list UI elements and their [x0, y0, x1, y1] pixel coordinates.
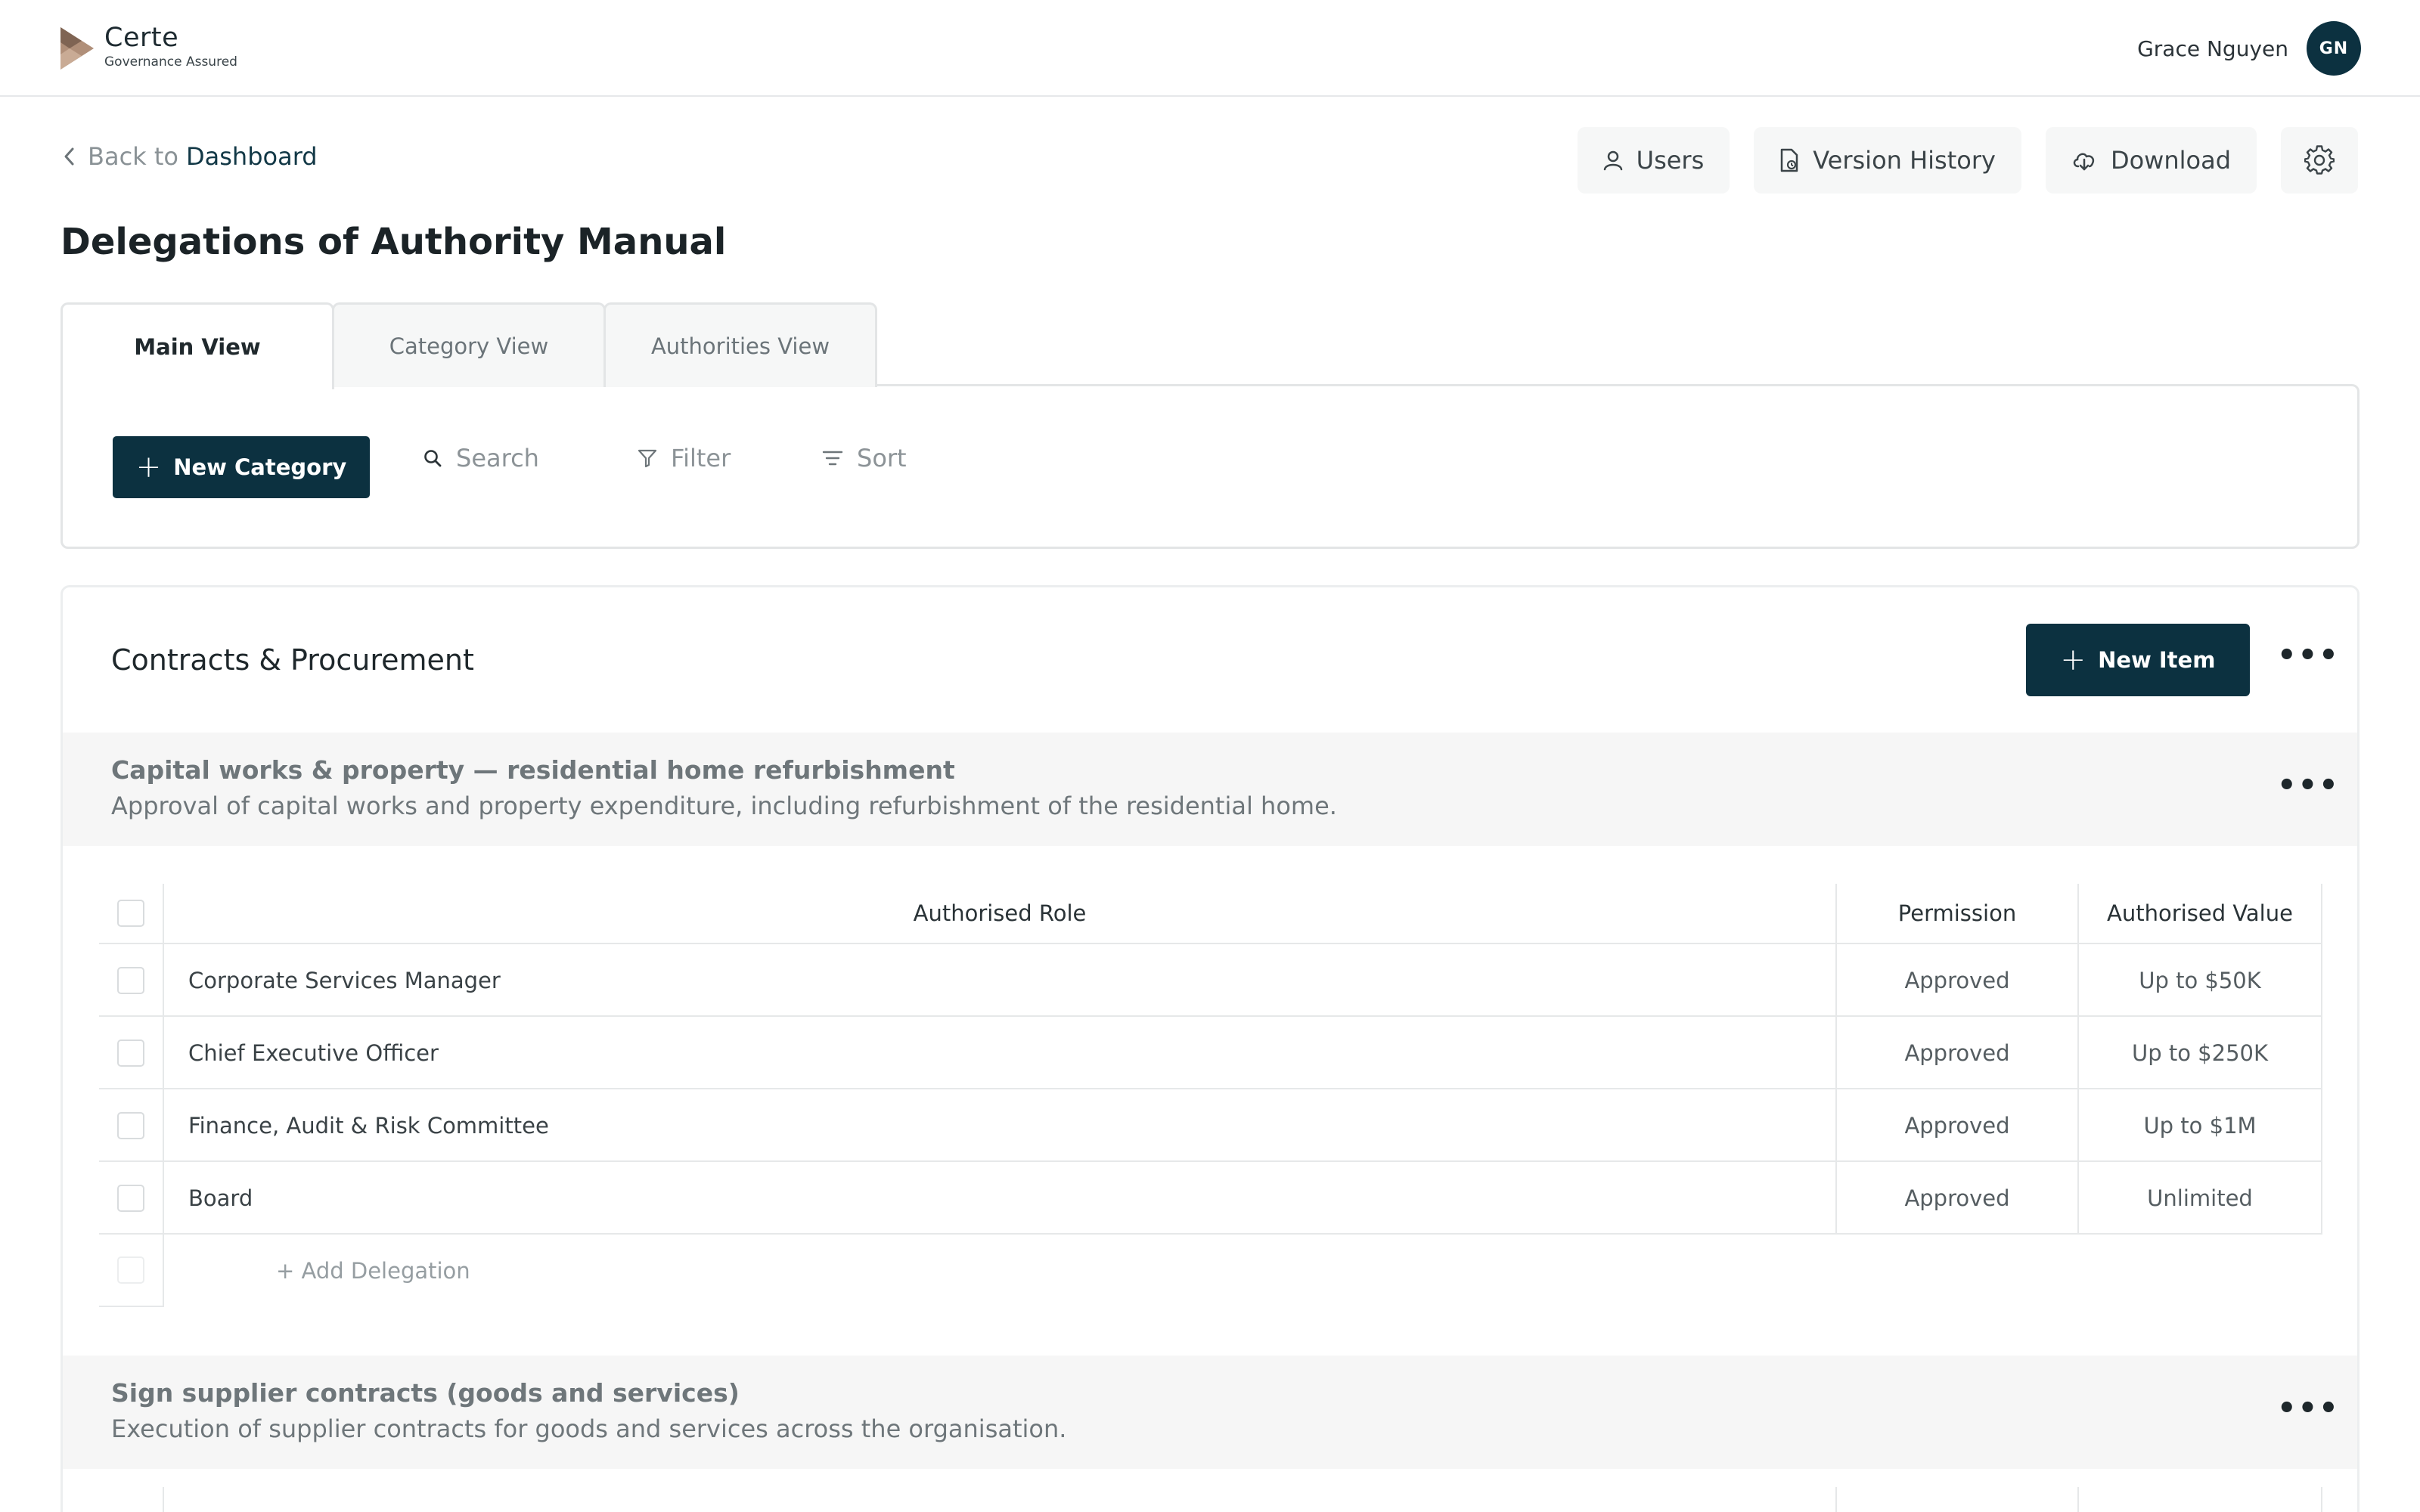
row-checkbox[interactable] [117, 967, 144, 994]
search-icon [424, 450, 442, 467]
chevron-left-icon [64, 147, 74, 166]
item-description: Execution of supplier contracts for good… [111, 1414, 1067, 1443]
version-history-button[interactable]: Version History [1754, 127, 2021, 194]
role-cell[interactable]: Chief Executive Officer [164, 1017, 1837, 1089]
row-select-cell [99, 1162, 164, 1235]
add-row-checkbox [117, 1256, 144, 1284]
select-all-cell [99, 884, 164, 943]
tab-authorities-view[interactable]: Authorities View [603, 302, 877, 387]
view-tabs: Main View Category View Authorities View [60, 302, 877, 389]
row-select-cell [99, 1017, 164, 1089]
item-title: Sign supplier contracts (goods and servi… [111, 1378, 740, 1408]
version-history-label: Version History [1813, 146, 1996, 175]
table-row[interactable]: Finance, Audit & Risk Committee Approved… [99, 1089, 2322, 1162]
role-cell[interactable]: Corporate Services Manager [164, 944, 1837, 1017]
role-cell[interactable]: Board [164, 1162, 1837, 1235]
category-title: Contracts & Procurement [111, 643, 474, 677]
add-delegation-button[interactable]: + Add Delegation [276, 1235, 470, 1307]
gear-icon [2304, 145, 2335, 175]
back-to-dashboard-link[interactable]: Back to Dashboard [62, 142, 318, 171]
value-cell[interactable]: Unlimited [2079, 1162, 2322, 1235]
new-item-button[interactable]: + New Item [2026, 624, 2250, 696]
item-description: Approval of capital works and property e… [111, 792, 1337, 820]
document-history-icon [1781, 148, 1798, 172]
cloud-download-icon [2073, 153, 2095, 171]
category-card: Contracts & Procurement + New Item ••• C… [60, 585, 2360, 1512]
select-all-cell [99, 1487, 164, 1512]
download-button[interactable]: Download [2045, 127, 2257, 194]
new-item-label: New Item [2098, 647, 2216, 673]
row-select-cell [99, 944, 164, 1017]
item-more-icon[interactable]: ••• [2277, 770, 2340, 801]
page-actions: Users Version History Download [1553, 127, 2358, 194]
item-more-icon[interactable]: ••• [2277, 1393, 2340, 1424]
table-row[interactable]: Chief Executive Officer Approved Up to $… [99, 1017, 2322, 1089]
tab-category-view[interactable]: Category View [332, 302, 606, 387]
avatar[interactable]: GN [2307, 21, 2361, 76]
value-cell[interactable]: Up to $1M [2079, 1089, 2322, 1162]
search-label: Search [456, 444, 539, 472]
user-name: Grace Nguyen [2137, 36, 2288, 61]
permission-cell[interactable]: Approved [1837, 1162, 2079, 1235]
back-link-label[interactable]: Dashboard [186, 142, 318, 171]
item-header[interactable]: Capital works & property — residential h… [63, 733, 2357, 846]
select-all-checkbox[interactable] [117, 900, 144, 927]
sort-icon [822, 451, 843, 466]
column-header-permission [1837, 1487, 2079, 1512]
table-row[interactable]: Board Approved Unlimited [99, 1162, 2322, 1235]
download-label: Download [2110, 146, 2231, 175]
user-menu[interactable]: Grace Nguyen GN [2137, 21, 2361, 76]
table-header-row: Authorised Role Permission Authorised Va… [99, 884, 2322, 944]
plus-icon: + [135, 450, 162, 485]
column-header-permission[interactable]: Permission [1837, 884, 2079, 943]
row-checkbox[interactable] [117, 1112, 144, 1139]
page-title: Delegations of Authority Manual [60, 221, 727, 263]
toolbar: + New Category Search Filter Sort [60, 384, 2360, 549]
user-icon [1603, 150, 1622, 171]
permission-cell[interactable]: Approved [1837, 1017, 2079, 1089]
column-header-value[interactable]: Authorised Value [2079, 884, 2322, 943]
row-checkbox[interactable] [117, 1040, 144, 1067]
value-cell[interactable]: Up to $250K [2079, 1017, 2322, 1089]
app-name: Certe [104, 23, 179, 53]
users-button[interactable]: Users [1577, 127, 1730, 194]
permission-cell[interactable]: Approved [1837, 1089, 2079, 1162]
table-row[interactable]: Corporate Services Manager Approved Up t… [99, 944, 2322, 1017]
column-header-value [2079, 1487, 2322, 1512]
search-button[interactable]: Search [423, 444, 539, 472]
category-more-icon[interactable]: ••• [2277, 640, 2340, 671]
new-category-button[interactable]: + New Category [113, 436, 370, 498]
permission-cell[interactable]: Approved [1837, 944, 2079, 1017]
top-bar: Certe Governance Assured Grace Nguyen GN [0, 0, 2420, 97]
filter-button[interactable]: Filter [638, 444, 731, 472]
app-logo[interactable]: Certe Governance Assured [59, 23, 237, 71]
add-delegation-row[interactable]: + Add Delegation [99, 1235, 2322, 1307]
settings-button[interactable] [2281, 127, 2358, 194]
tab-main-view[interactable]: Main View [60, 302, 334, 389]
logo-mark-icon [60, 27, 94, 70]
sort-button[interactable]: Sort [822, 444, 907, 472]
table-header-row [99, 1487, 2322, 1512]
column-header-role[interactable]: Authorised Role [164, 884, 1837, 943]
filter-icon [638, 449, 657, 468]
item-header[interactable]: Sign supplier contracts (goods and servi… [63, 1356, 2357, 1469]
new-category-label: New Category [173, 454, 347, 480]
role-cell[interactable]: Finance, Audit & Risk Committee [164, 1089, 1837, 1162]
plus-icon: + [2060, 643, 2086, 677]
sort-label: Sort [857, 444, 907, 472]
item-title: Capital works & property — residential h… [111, 755, 955, 785]
filter-label: Filter [671, 444, 731, 472]
row-checkbox[interactable] [117, 1185, 144, 1212]
back-prefix: Back to [88, 142, 178, 171]
column-header-role [164, 1487, 1837, 1512]
app-tagline: Governance Assured [104, 54, 237, 70]
users-label: Users [1636, 146, 1705, 175]
row-select-cell [99, 1089, 164, 1162]
value-cell[interactable]: Up to $50K [2079, 944, 2322, 1017]
add-row-select-cell [99, 1235, 164, 1307]
